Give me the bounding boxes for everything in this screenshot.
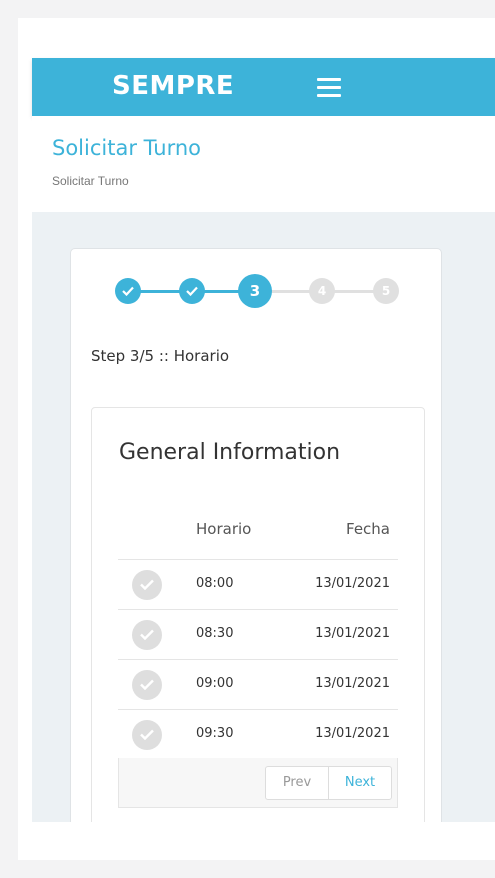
table-row[interactable]: 09:30 13/01/2021 [118, 710, 398, 760]
general-info-panel: General Information Horario Fecha 08:00 … [91, 407, 425, 822]
step-1-complete-icon[interactable] [115, 278, 141, 304]
page-title: Solicitar Turno [52, 136, 202, 160]
wizard-stepper: 3 4 5 [115, 274, 405, 308]
table-row[interactable]: 08:30 13/01/2021 [118, 610, 398, 660]
page-header: Solicitar Turno Solicitar Turno [32, 116, 495, 212]
next-page-button[interactable]: Next [328, 766, 392, 800]
brand-logo[interactable]: SEMPRE [112, 71, 234, 101]
table-pagination: Prev Next [118, 758, 398, 808]
fecha-cell: 13/01/2021 [315, 726, 390, 741]
fecha-cell: 13/01/2021 [315, 676, 390, 691]
step-2-complete-icon[interactable] [179, 278, 205, 304]
prev-page-button[interactable]: Prev [265, 766, 329, 800]
step-5-pending[interactable]: 5 [373, 278, 399, 304]
hamburger-menu-icon[interactable] [317, 78, 341, 97]
column-fecha: Fecha [346, 520, 390, 538]
horario-cell: 08:00 [196, 576, 234, 591]
table-row[interactable]: 09:00 13/01/2021 [118, 660, 398, 710]
table-row[interactable]: 08:00 13/01/2021 [118, 560, 398, 610]
select-check-icon[interactable] [132, 570, 162, 600]
select-check-icon[interactable] [132, 670, 162, 700]
horario-cell: 09:30 [196, 726, 234, 741]
horario-cell: 08:30 [196, 626, 234, 641]
horario-cell: 09:00 [196, 676, 234, 691]
fecha-cell: 13/01/2021 [315, 626, 390, 641]
step-3-current[interactable]: 3 [238, 274, 272, 308]
panel-title: General Information [119, 440, 341, 465]
top-navbar: SEMPRE [32, 58, 495, 116]
fecha-cell: 13/01/2021 [315, 576, 390, 591]
wizard-card: 3 4 5 Step 3/5 :: Horario General Inform… [70, 248, 442, 822]
column-horario: Horario [196, 520, 252, 538]
select-check-icon[interactable] [132, 620, 162, 650]
table-header: Horario Fecha [118, 520, 398, 560]
step-4-pending[interactable]: 4 [309, 278, 335, 304]
main-content: 3 4 5 Step 3/5 :: Horario General Inform… [32, 212, 495, 822]
select-check-icon[interactable] [132, 720, 162, 750]
breadcrumb: Solicitar Turno [52, 174, 129, 188]
step-label: Step 3/5 :: Horario [91, 347, 230, 365]
